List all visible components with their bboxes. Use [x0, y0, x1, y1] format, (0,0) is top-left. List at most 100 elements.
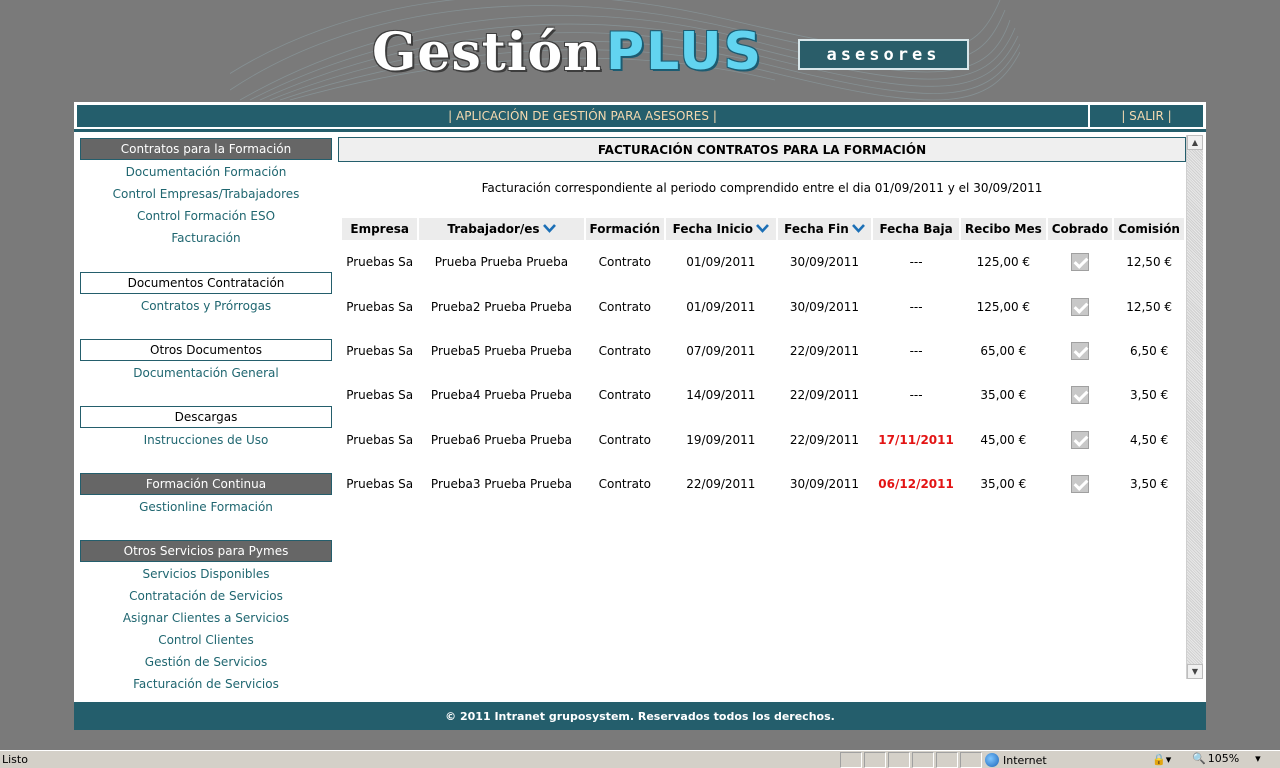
start-date-cell: 14/09/2011	[686, 388, 756, 403]
end-date-cell: 22/09/2011	[789, 343, 860, 358]
sidebar-section-title: Otros Servicios para Pymes	[80, 540, 332, 562]
sidebar-link-list: Gestionline Formación	[80, 495, 332, 518]
chevron-down-icon: ▾	[1255, 752, 1261, 765]
sidebar-link[interactable]: Asignar Clientes a Servicios	[80, 607, 332, 629]
table-row: Pruebas Sa Prueba5 Prueba Prueba Contrato 0…	[342, 329, 1184, 373]
paid-cell	[1048, 418, 1113, 462]
sidebar-link[interactable]: Contratos y Prórrogas	[80, 295, 332, 317]
end-date-cell: 22/09/2011	[789, 432, 860, 447]
leave-date-cell: ---	[909, 299, 923, 314]
leave-date-cell: ---	[909, 343, 923, 358]
sidebar-link[interactable]: Servicios Disponibles	[80, 563, 332, 585]
sort-chevron-icon[interactable]	[756, 222, 769, 236]
end-date-cell: 30/09/2011	[789, 255, 860, 270]
column-header[interactable]: Fecha Inicio	[666, 218, 776, 240]
paid-checkbox[interactable]	[1071, 430, 1089, 449]
commission-cell: 6,50 €	[1130, 343, 1169, 358]
commission-cell: 3,50 €	[1130, 477, 1169, 492]
sidebar-link[interactable]: Contratación de Servicios	[80, 585, 332, 607]
sidebar-section-title: Formación Continua	[80, 473, 332, 495]
sidebar-link[interactable]: Facturación de Servicios	[80, 673, 332, 695]
status-panel	[888, 752, 910, 768]
vertical-scrollbar[interactable]: ▲ ▼	[1186, 135, 1203, 679]
paid-checkbox[interactable]	[1071, 253, 1089, 272]
end-date-cell: 30/09/2011	[789, 477, 860, 492]
sidebar-section-title: Documentos Contratación	[80, 272, 332, 294]
worker-cell: Prueba2 Prueba Prueba	[430, 299, 572, 314]
sidebar-link[interactable]: Gestión de Servicios	[80, 651, 332, 673]
billing-table: Empresa Trabajador/es Formación Fecha Inici…	[340, 218, 1186, 506]
table-row: Pruebas Sa Prueba6 Prueba Prueba Contrato 1…	[342, 418, 1184, 462]
sidebar-section: Contratos para la Formación Documentación…	[80, 138, 332, 249]
company-cell: Pruebas Sa	[346, 432, 414, 447]
table-row: Pruebas Sa Prueba2 Prueba Prueba Contrato 0…	[342, 284, 1184, 328]
paid-cell	[1048, 462, 1113, 506]
sidebar-link[interactable]: Documentación Formación	[80, 161, 332, 183]
column-header-label: Recibo Mes	[964, 222, 1042, 236]
paid-checkbox[interactable]	[1071, 341, 1089, 360]
leave-date-cell: 06/12/2011	[878, 477, 954, 492]
commission-cell: 12,50 €	[1126, 299, 1173, 314]
sort-chevron-icon[interactable]	[851, 222, 865, 236]
sidebar-section-title: Otros Documentos	[80, 339, 332, 361]
top-navigation-bar: | APLICACIÓN DE GESTIÓN PARA ASESORES | …	[77, 105, 1203, 127]
sidebar-link[interactable]: Facturación	[80, 227, 332, 249]
column-header: Recibo Mes	[960, 218, 1046, 240]
training-cell: Contrato	[598, 255, 651, 270]
worker-cell: Prueba Prueba Prueba	[434, 255, 569, 270]
paid-checkbox[interactable]	[1071, 297, 1089, 316]
status-text: Listo	[2, 753, 28, 766]
sort-chevron-icon[interactable]	[542, 222, 556, 236]
app-logo: Gestión PLUS	[372, 22, 763, 83]
paid-cell	[1048, 284, 1113, 328]
logout-link[interactable]: | SALIR |	[1090, 105, 1203, 127]
sidebar-section-title: Contratos para la Formación	[80, 138, 332, 160]
sidebar-link[interactable]: Instrucciones de Uso	[80, 429, 332, 451]
sidebar-link[interactable]: Documentación General	[80, 362, 332, 384]
column-header[interactable]: Trabajador/es	[419, 218, 584, 240]
commission-cell: 3,50 €	[1130, 388, 1169, 403]
column-header-label: Comisión	[1118, 222, 1180, 236]
main-frame: | APLICACIÓN DE GESTIÓN PARA ASESORES | …	[74, 102, 1206, 730]
page-footer: © 2011 Intranet gruposystem. Reservados …	[74, 702, 1206, 730]
worker-cell: Prueba3 Prueba Prueba	[430, 477, 572, 492]
start-date-cell: 07/09/2011	[686, 343, 756, 358]
column-header-label: Cobrado	[1051, 222, 1109, 236]
sidebar-link-list: Documentación Formación Control Empresas/…	[80, 160, 332, 249]
monthly-receipt-cell: 125,00 €	[976, 299, 1031, 314]
browser-status-bar: Listo Internet 🔒▾ 🔍 105% ▾	[0, 750, 1280, 768]
paid-cell	[1048, 373, 1113, 417]
company-cell: Pruebas Sa	[346, 343, 414, 358]
paid-checkbox[interactable]	[1071, 475, 1089, 494]
scroll-up-button[interactable]: ▲	[1187, 135, 1203, 150]
sidebar-section: Descargas Instrucciones de Uso	[80, 406, 332, 451]
sidebar-link-list: Documentación General	[80, 361, 332, 384]
status-panel	[960, 752, 982, 768]
column-header-label: Fecha Inicio	[672, 222, 754, 236]
commission-cell: 12,50 €	[1126, 255, 1173, 270]
sidebar-link[interactable]: Control Formación ESO	[80, 205, 332, 227]
status-panel	[864, 752, 886, 768]
column-header[interactable]: Fecha Fin	[777, 218, 872, 240]
app-title-label: | APLICACIÓN DE GESTIÓN PARA ASESORES |	[77, 105, 1090, 127]
column-header-label: Empresa	[350, 222, 409, 236]
status-panel	[840, 752, 862, 768]
start-date-cell: 01/09/2011	[686, 299, 756, 314]
column-header-label: Fecha Baja	[879, 222, 953, 236]
start-date-cell: 01/09/2011	[686, 255, 756, 270]
sidebar-link[interactable]: Control Empresas/Trabajadores	[80, 183, 332, 205]
scroll-down-button[interactable]: ▼	[1187, 664, 1203, 679]
column-header: Empresa	[342, 218, 418, 240]
zoom-control[interactable]: 🔍 105% ▾	[1192, 752, 1261, 765]
monthly-receipt-cell: 65,00 €	[980, 343, 1027, 358]
zone-label: Internet	[1003, 753, 1047, 767]
training-cell: Contrato	[598, 432, 651, 447]
status-panel	[936, 752, 958, 768]
sidebar-link-list: Servicios Disponibles Contratación de Ser…	[80, 562, 332, 695]
paid-checkbox[interactable]	[1071, 386, 1089, 405]
protected-mode-icon[interactable]: 🔒▾	[1152, 753, 1171, 766]
training-cell: Contrato	[598, 477, 651, 492]
sidebar-link[interactable]: Control Clientes	[80, 629, 332, 651]
sidebar-link[interactable]: Gestionline Formación	[80, 496, 332, 518]
training-cell: Contrato	[598, 388, 651, 403]
